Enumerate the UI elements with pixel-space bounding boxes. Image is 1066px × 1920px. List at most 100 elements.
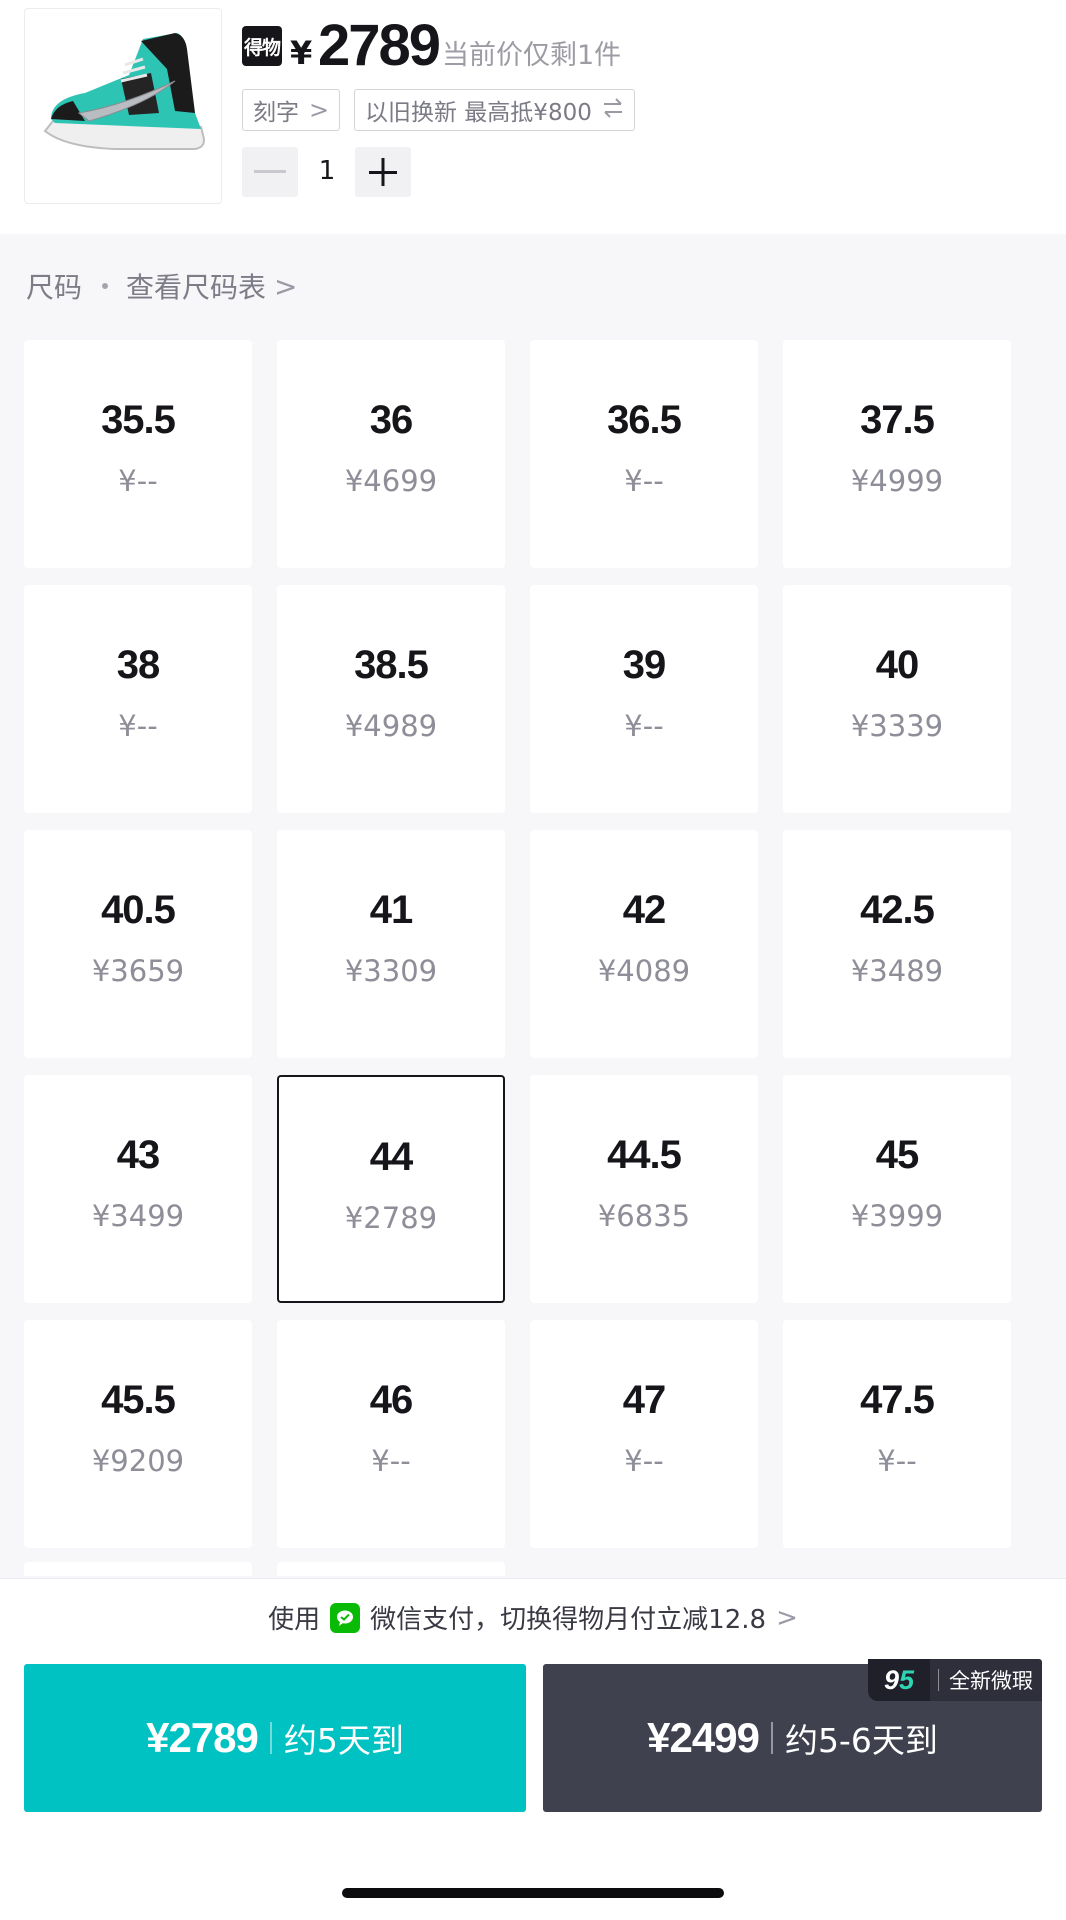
size-value: 36 [369, 398, 414, 442]
divider [938, 1669, 939, 1691]
size-price: ¥3489 [850, 954, 944, 988]
buy-new-price: ¥2789 [146, 1714, 259, 1761]
home-indicator[interactable] [342, 1888, 724, 1898]
size-cell-partial [277, 1562, 505, 1576]
size-price: ¥-- [371, 1444, 411, 1478]
logo-five: 5 [899, 1664, 915, 1695]
payment-method-text: 微信支付，切换得物月付立减12.8 [370, 1605, 767, 1635]
size-value: 44 [369, 1135, 414, 1179]
size-option-40-5[interactable]: 40.5 ¥3659 [24, 830, 252, 1058]
size-price: ¥-- [118, 464, 158, 498]
size-price: ¥3309 [344, 954, 438, 988]
size-option-41[interactable]: 41 ¥3309 [277, 830, 505, 1058]
size-value: 38.5 [354, 643, 429, 687]
chevron-right-icon: > [309, 96, 330, 124]
size-value: 42 [622, 888, 667, 932]
size-option-39[interactable]: 39 ¥-- [530, 585, 758, 813]
chevron-right-icon: > [274, 269, 298, 303]
trade-in-button[interactable]: 以旧换新 最高抵¥800 [354, 89, 635, 131]
size-price: ¥-- [624, 1444, 664, 1478]
size-price: ¥9209 [91, 1444, 185, 1478]
size-option-36[interactable]: 36 ¥4699 [277, 340, 505, 568]
size-price: ¥3999 [850, 1199, 944, 1233]
size-option-47-5[interactable]: 47.5 ¥-- [783, 1320, 1011, 1548]
size-cell-partial [24, 1562, 252, 1576]
size-value: 40.5 [101, 888, 176, 932]
95-logo: 95 [868, 1659, 930, 1701]
size-price: ¥2789 [344, 1201, 438, 1235]
increase-quantity-button[interactable] [355, 147, 411, 197]
size-option-45-5[interactable]: 45.5 ¥9209 [24, 1320, 252, 1548]
sneaker-image [43, 33, 205, 150]
condition-badge-text: 全新微瑕 [949, 1669, 1033, 1693]
buy-new-eta: 约5天到 [283, 1721, 404, 1760]
size-price: ¥4699 [344, 464, 438, 498]
separator-dot [102, 283, 109, 289]
size-option-36-5[interactable]: 36.5 ¥-- [530, 340, 758, 568]
size-option-40[interactable]: 40 ¥3339 [783, 585, 1011, 813]
logo-nine: 9 [883, 1664, 899, 1695]
size-value: 45.5 [101, 1378, 176, 1422]
size-price: ¥3339 [850, 709, 944, 743]
size-value: 41 [369, 888, 414, 932]
size-value: 44.5 [607, 1133, 682, 1177]
buy-95-eta: 约5-6天到 [784, 1721, 938, 1760]
size-option-46[interactable]: 46 ¥-- [277, 1320, 505, 1548]
size-value: 47.5 [860, 1378, 935, 1422]
size-option-42-5[interactable]: 42.5 ¥3489 [783, 830, 1011, 1058]
size-value: 37.5 [860, 398, 935, 442]
size-option-47[interactable]: 47 ¥-- [530, 1320, 758, 1548]
product-thumbnail[interactable] [24, 8, 222, 204]
size-value: 38 [116, 643, 161, 687]
wechat-pay-icon [330, 1602, 361, 1633]
size-value: 35.5 [101, 398, 176, 442]
size-value: 47 [622, 1378, 667, 1422]
currency-symbol: ¥ [290, 34, 313, 72]
size-option-43[interactable]: 43 ¥3499 [24, 1075, 252, 1303]
size-option-45[interactable]: 45 ¥3999 [783, 1075, 1011, 1303]
size-chart-link[interactable]: 查看尺码表 [126, 266, 266, 306]
buy-95-price: ¥2499 [647, 1714, 760, 1761]
size-option-42[interactable]: 42 ¥4089 [530, 830, 758, 1058]
engrave-button[interactable]: 刻字 > [242, 89, 341, 131]
divider [269, 1722, 272, 1754]
size-section-header: 尺码 查看尺码表 > [26, 266, 298, 306]
product-header: 得物 ¥ 2789 当前价仅剩1件 刻字 > 以旧换新 最高抵¥800 1 [0, 0, 1066, 234]
divider [770, 1722, 773, 1754]
trade-in-label: 以旧换新 最高抵¥800 [365, 100, 592, 126]
size-price: ¥-- [624, 464, 664, 498]
size-price: ¥3499 [91, 1199, 185, 1233]
size-value: 42.5 [860, 888, 935, 932]
size-option-44-5[interactable]: 44.5 ¥6835 [530, 1075, 758, 1303]
decrease-quantity-button[interactable] [242, 147, 298, 197]
size-option-35-5[interactable]: 35.5 ¥-- [24, 340, 252, 568]
payment-prefix: 使用 [268, 1605, 321, 1635]
size-price: ¥4089 [597, 954, 691, 988]
size-option-44[interactable]: 44 ¥2789 [277, 1075, 505, 1303]
plus-icon [369, 158, 397, 186]
size-option-37-5[interactable]: 37.5 ¥4999 [783, 340, 1011, 568]
size-price: ¥6835 [597, 1199, 691, 1233]
buy-new-button[interactable]: ¥2789 约5天到 [24, 1664, 526, 1812]
size-value: 36.5 [607, 398, 682, 442]
size-value: 45 [875, 1133, 920, 1177]
size-price: ¥-- [877, 1444, 917, 1478]
brand-logo: 得物 [242, 26, 282, 66]
size-label: 尺码 [26, 271, 83, 304]
size-price: ¥4999 [850, 464, 944, 498]
quantity-value: 1 [318, 156, 336, 186]
size-option-38-5[interactable]: 38.5 ¥4989 [277, 585, 505, 813]
size-price: ¥-- [118, 709, 158, 743]
size-value: 43 [116, 1133, 161, 1177]
product-price: 2789 [318, 13, 441, 78]
minus-icon [254, 170, 286, 173]
size-value: 39 [622, 643, 667, 687]
chevron-right-icon: > [776, 1602, 798, 1633]
payment-method-row[interactable]: 使用 微信支付，切换得物月付立减12.8 > [0, 1599, 1066, 1636]
bottom-purchase-bar: 使用 微信支付，切换得物月付立减12.8 > ¥2789 约5天到 ¥2499 … [0, 1578, 1066, 1920]
size-value: 46 [369, 1378, 414, 1422]
size-value: 40 [875, 643, 920, 687]
size-price: ¥4989 [344, 709, 438, 743]
stock-note: 当前价仅剩1件 [442, 40, 622, 71]
size-option-38[interactable]: 38 ¥-- [24, 585, 252, 813]
